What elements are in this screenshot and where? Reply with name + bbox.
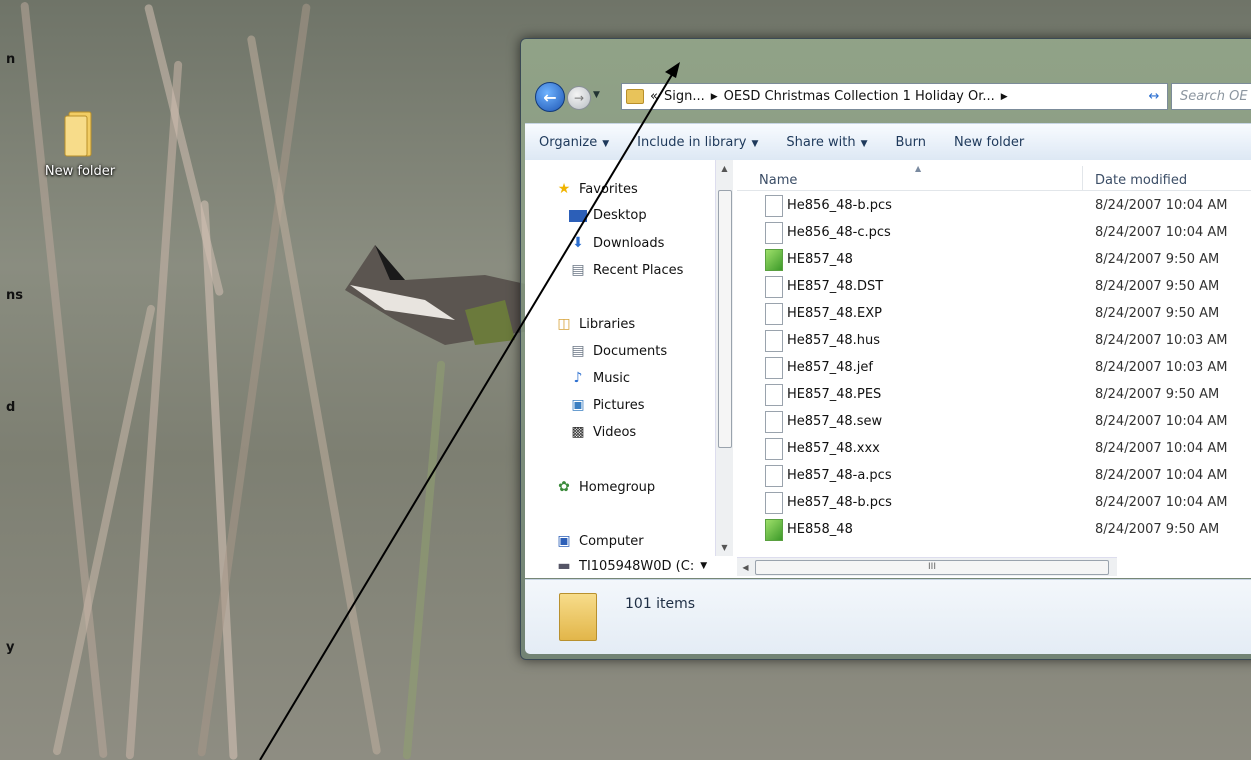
annotation-arrow-line bbox=[259, 67, 677, 760]
annotation-arrow-head bbox=[665, 62, 680, 78]
annotation-arrow bbox=[259, 62, 680, 760]
